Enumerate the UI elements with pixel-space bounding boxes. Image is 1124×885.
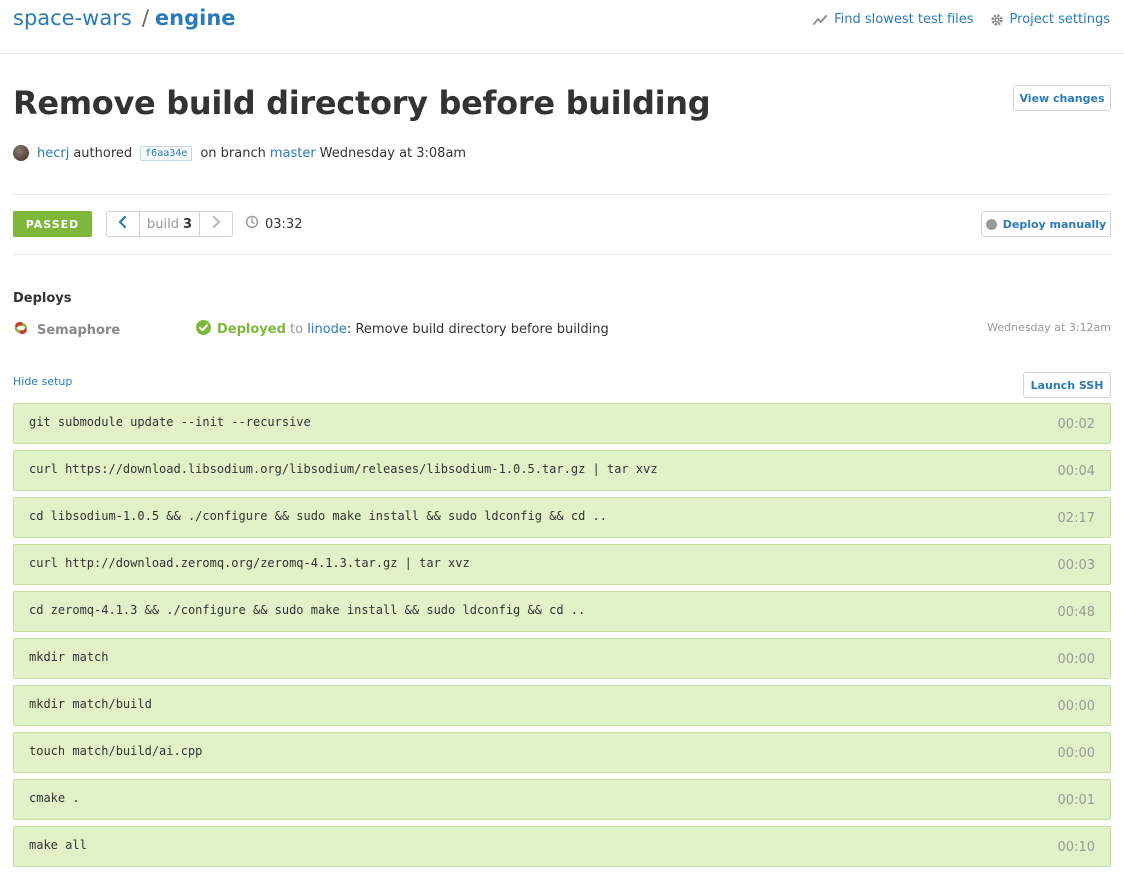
find-slowest-tests-label: Find slowest test files <box>834 12 974 27</box>
check-circle-icon <box>196 320 211 339</box>
build-label: build <box>146 216 179 232</box>
deploy-server: Semaphore <box>13 320 120 340</box>
find-slowest-tests-link[interactable]: Find slowest test files <box>813 12 974 27</box>
build-duration: 03:32 <box>245 215 302 233</box>
build-number-display: build 3 <box>140 212 199 236</box>
command-text: cd libsodium-1.0.5 && ./configure && sud… <box>29 509 607 523</box>
top-links: Find slowest test files Project settings <box>813 12 1110 27</box>
commit-meta: hecrj authored f6aa34e on branch master … <box>13 145 466 161</box>
deploy-target-link[interactable]: linode <box>307 322 347 337</box>
command-row[interactable]: touch match/build/ai.cpp 00:00 <box>13 732 1111 773</box>
command-row[interactable]: curl https://download.libsodium.org/libs… <box>13 450 1111 491</box>
command-text: git submodule update --init --recursive <box>29 415 311 429</box>
command-row[interactable]: mkdir match/build 00:00 <box>13 685 1111 726</box>
launch-ssh-button[interactable]: Launch SSH <box>1023 372 1111 398</box>
build-number: 3 <box>182 216 192 232</box>
divider <box>13 194 1111 195</box>
command-row[interactable]: git submodule update --init --recursive 0… <box>13 403 1111 444</box>
command-text: mkdir match/build <box>29 697 152 711</box>
build-navigator: build 3 <box>106 211 233 237</box>
build-duration-value: 03:32 <box>265 216 303 232</box>
authored-text: authored <box>73 145 133 161</box>
command-duration: 00:00 <box>1057 746 1095 761</box>
command-text: make all <box>29 838 87 852</box>
deploy-status-text: Deployed <box>217 322 286 337</box>
command-duration: 00:04 <box>1057 464 1095 479</box>
command-row[interactable]: mkdir match 00:00 <box>13 638 1111 679</box>
setup-command-list: git submodule update --init --recursive 0… <box>13 403 1111 873</box>
command-row[interactable]: cmake . 00:01 <box>13 779 1111 820</box>
breadcrumb: space-wars / engine <box>13 6 236 30</box>
on-branch-text: on branch <box>200 145 266 161</box>
breadcrumb-project-link[interactable]: space-wars <box>13 6 132 30</box>
command-duration: 00:00 <box>1057 652 1095 667</box>
deploy-status: Deployed to linode: Remove build directo… <box>196 320 609 339</box>
trend-line-icon <box>813 14 828 26</box>
clock-icon <box>245 215 259 233</box>
command-duration: 00:10 <box>1057 840 1095 855</box>
commit-time: Wednesday at 3:08am <box>319 145 467 161</box>
gear-icon <box>990 13 1004 27</box>
command-duration: 00:03 <box>1057 558 1095 573</box>
deploy-manually-label: Deploy manually <box>1002 217 1107 231</box>
author-link[interactable]: hecrj <box>37 146 69 161</box>
deploy-to-text: to <box>290 322 304 337</box>
command-text: cmake . <box>29 791 80 805</box>
breadcrumb-separator: / <box>141 6 149 30</box>
deploy-item: Semaphore Deployed to linode: Remove bui… <box>13 319 1111 340</box>
command-row[interactable]: cd zeromq-4.1.3 && ./configure && sudo m… <box>13 591 1111 632</box>
top-bar: space-wars / engine Find slowest test file… <box>0 0 1124 54</box>
command-row[interactable]: curl http://download.zeromq.org/zeromq-4… <box>13 544 1111 585</box>
chevron-left-icon <box>118 215 128 232</box>
command-duration: 00:00 <box>1057 699 1095 714</box>
next-build-button[interactable] <box>199 212 232 236</box>
view-changes-button[interactable]: View changes <box>1013 85 1111 111</box>
divider <box>13 254 1111 255</box>
command-text: curl http://download.zeromq.org/zeromq-4… <box>29 556 470 570</box>
status-dot-icon <box>985 218 997 230</box>
breadcrumb-branch-link[interactable]: engine <box>155 6 236 30</box>
deploys-heading: Deploys <box>13 291 72 306</box>
command-duration: 00:48 <box>1057 605 1095 620</box>
command-duration: 02:17 <box>1057 511 1095 526</box>
deploy-message: Remove build directory before building <box>355 322 609 337</box>
command-row[interactable]: cd libsodium-1.0.5 && ./configure && sud… <box>13 497 1111 538</box>
commit-branch-link[interactable]: master <box>270 146 316 161</box>
command-row[interactable]: make all 00:10 <box>13 826 1111 867</box>
deploy-manually-button[interactable]: Deploy manually <box>981 211 1111 237</box>
previous-build-button[interactable] <box>107 212 140 236</box>
deploy-time: Wednesday at 3:12am <box>987 321 1111 334</box>
command-duration: 00:01 <box>1057 793 1095 808</box>
chevron-right-icon <box>211 215 221 232</box>
project-settings-label: Project settings <box>1009 12 1110 27</box>
command-text: mkdir match <box>29 650 109 664</box>
page-title: Remove build directory before building <box>13 84 711 122</box>
command-text: cd zeromq-4.1.3 && ./configure && sudo m… <box>29 603 586 617</box>
hide-setup-link[interactable]: Hide setup <box>13 375 72 388</box>
semaphore-logo-icon <box>13 320 29 340</box>
deploy-server-link[interactable]: Semaphore <box>37 323 120 338</box>
author-avatar <box>13 145 29 161</box>
build-status-badge: PASSED <box>13 211 92 237</box>
command-duration: 00:02 <box>1057 417 1095 432</box>
commit-sha-link[interactable]: f6aa34e <box>140 145 193 161</box>
command-text: touch match/build/ai.cpp <box>29 744 203 758</box>
project-settings-link[interactable]: Project settings <box>990 12 1110 27</box>
command-text: curl https://download.libsodium.org/libs… <box>29 462 658 476</box>
